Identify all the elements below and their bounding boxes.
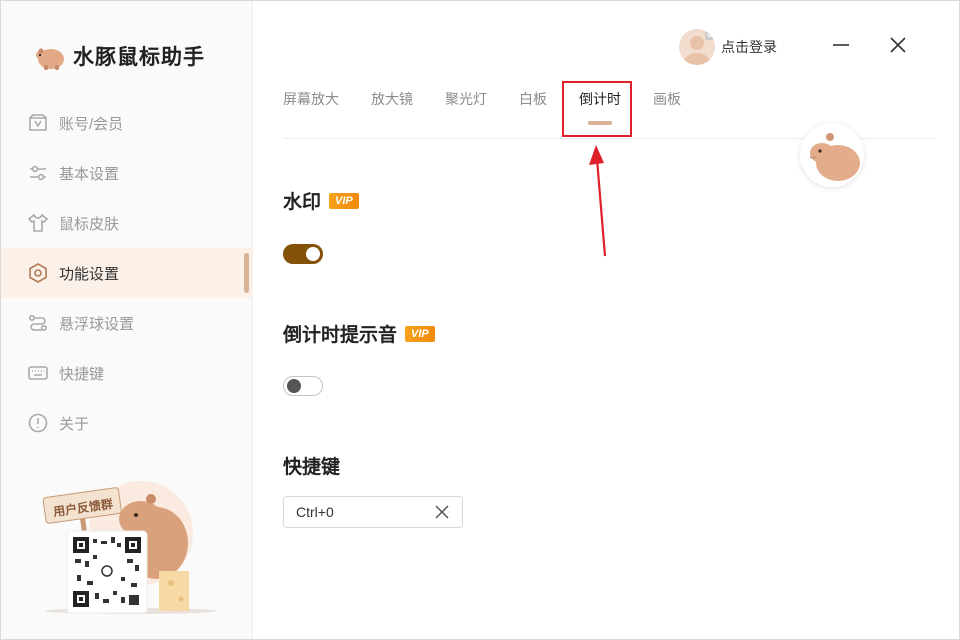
tab-whiteboard[interactable]: 白板 xyxy=(519,89,547,119)
minimize-button[interactable] xyxy=(827,31,855,59)
close-button[interactable] xyxy=(884,31,912,59)
section-title-text: 倒计时提示音 xyxy=(283,325,398,346)
sidebar-item-label: 账号/会员 xyxy=(59,115,124,133)
feedback-illustration xyxy=(42,481,217,614)
countdown-sound-section-title: 倒计时提示音 VIP xyxy=(283,320,435,347)
annotation-highlight-box xyxy=(562,81,632,137)
sidebar: 水豚鼠标助手 账号/会员 基本设置 鼠标皮肤 功能设置 悬浮球设置 快捷键 关于… xyxy=(1,1,253,639)
section-title-text: 快捷键 xyxy=(283,457,341,478)
tab-label: 白板 xyxy=(519,91,547,107)
login-label: 点击登录 xyxy=(721,39,777,55)
tab-label: 屏幕放大 xyxy=(283,91,339,107)
login-button[interactable]: 点击登录 xyxy=(679,29,777,65)
tab-drawing-board[interactable]: 画板 xyxy=(653,89,681,119)
sidebar-item-float-ball[interactable]: 悬浮球设置 xyxy=(1,298,253,348)
sidebar-item-label: 快捷键 xyxy=(59,365,105,383)
sidebar-item-basic-settings[interactable]: 基本设置 xyxy=(1,148,253,198)
vip-badge: VIP xyxy=(405,325,435,342)
float-ball-icon xyxy=(28,314,48,332)
tab-magnifier[interactable]: 放大镜 xyxy=(371,89,413,119)
sidebar-item-cursor-skin[interactable]: 鼠标皮肤 xyxy=(1,198,253,248)
sidebar-item-label: 鼠标皮肤 xyxy=(59,215,120,233)
countdown-sound-toggle[interactable] xyxy=(283,376,323,396)
capybara-mascot-icon xyxy=(809,133,860,181)
tab-label: 画板 xyxy=(653,91,681,107)
sidebar-nav: 账号/会员 基本设置 鼠标皮肤 功能设置 悬浮球设置 快捷键 关于 xyxy=(1,98,253,448)
hexagon-icon xyxy=(29,263,47,283)
tab-label: 聚光灯 xyxy=(445,91,487,107)
sidebar-item-label: 功能设置 xyxy=(59,265,120,283)
minimize-icon xyxy=(833,44,849,46)
toggle-knob xyxy=(306,247,320,261)
shortcut-section-title: 快捷键 xyxy=(283,452,340,479)
member-icon xyxy=(29,114,47,131)
keyboard-icon xyxy=(28,366,48,380)
sidebar-item-feature-settings[interactable]: 功能设置 xyxy=(1,248,253,298)
sliders-icon xyxy=(30,165,46,181)
tab-label: 放大镜 xyxy=(371,91,413,107)
sidebar-item-about[interactable]: 关于 xyxy=(1,398,253,448)
sidebar-item-label: 悬浮球设置 xyxy=(59,315,135,333)
clear-icon[interactable] xyxy=(434,504,450,520)
info-icon xyxy=(28,413,48,433)
watermark-toggle[interactable] xyxy=(283,244,323,264)
feature-tabs: 屏幕放大 放大镜 聚光灯 白板 倒计时 画板 xyxy=(283,89,713,125)
close-icon xyxy=(890,37,906,53)
toggle-knob xyxy=(287,379,301,393)
annotation-arrow-icon xyxy=(589,145,607,257)
capybara-logo-icon xyxy=(36,48,64,70)
feedback-group-card[interactable]: 用户反馈群 xyxy=(41,471,221,621)
tab-screen-zoom[interactable]: 屏幕放大 xyxy=(283,89,339,119)
shortcut-value: Ctrl+0 xyxy=(296,504,334,520)
section-title-text: 水印 xyxy=(283,192,322,213)
sidebar-item-label: 基本设置 xyxy=(59,165,120,183)
app-window: 水豚鼠标助手 账号/会员 基本设置 鼠标皮肤 功能设置 悬浮球设置 快捷键 关于… xyxy=(0,0,960,640)
user-avatar-icon xyxy=(684,31,714,65)
tab-spotlight[interactable]: 聚光灯 xyxy=(445,89,487,119)
avatar xyxy=(679,29,715,65)
sidebar-item-shortcuts[interactable]: 快捷键 xyxy=(1,348,253,398)
sidebar-item-account[interactable]: 账号/会员 xyxy=(1,98,253,148)
vip-badge: VIP xyxy=(329,192,359,209)
shortcut-input[interactable]: Ctrl+0 xyxy=(283,496,463,528)
brand: 水豚鼠标助手 xyxy=(33,39,205,73)
shirt-icon xyxy=(27,213,49,232)
app-name: 水豚鼠标助手 xyxy=(73,46,205,69)
sidebar-item-label: 关于 xyxy=(59,415,90,433)
watermark-section-title: 水印 VIP xyxy=(283,187,359,214)
mascot-avatar xyxy=(800,123,864,187)
